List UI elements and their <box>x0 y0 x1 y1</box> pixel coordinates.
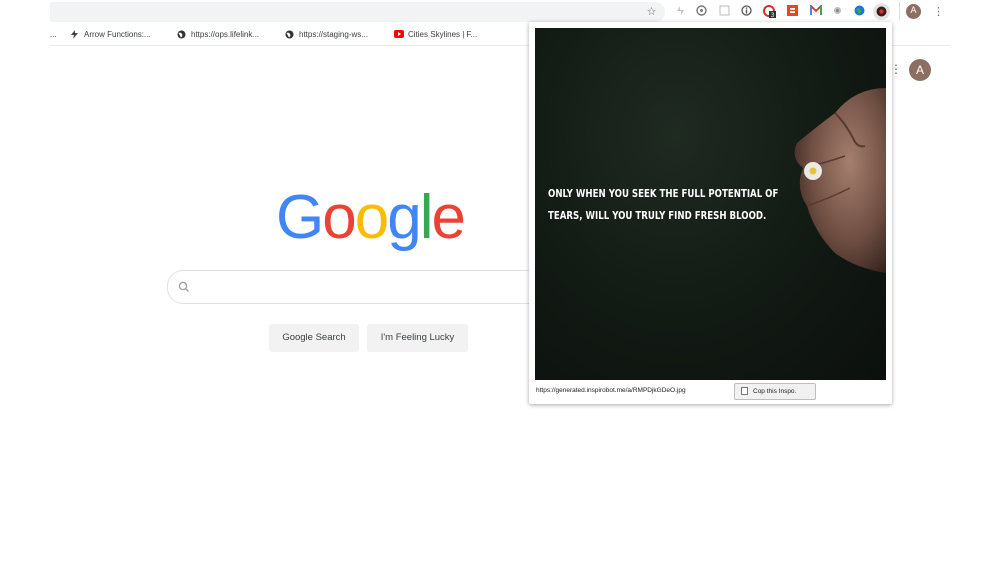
copy-button-label: Cop this Inspo. <box>753 388 797 395</box>
bookmark-label: https://ops.lifelink... <box>191 30 260 39</box>
feeling-lucky-button[interactable]: I'm Feeling Lucky <box>367 324 468 352</box>
search-icon <box>178 280 190 292</box>
puzzle-icon[interactable] <box>674 5 687 18</box>
clipboard-icon <box>741 387 748 396</box>
lightning-icon <box>70 30 79 40</box>
globe-icon[interactable] <box>853 5 866 18</box>
square-icon[interactable] <box>718 5 731 18</box>
bookmark-label: Cities Skylines | F... <box>408 30 478 39</box>
google-logo: Google <box>276 182 466 254</box>
globe-icon <box>177 30 186 39</box>
copy-inspo-button[interactable]: Cop this Inspo. <box>734 383 816 400</box>
svg-text:3: 3 <box>771 12 775 18</box>
profile-avatar[interactable]: A <box>906 4 921 19</box>
grey-dot-icon[interactable] <box>831 5 844 18</box>
logo-letter-g2: g <box>387 183 422 252</box>
logo-letter-e: e <box>431 183 466 252</box>
google-search-button[interactable]: Google Search <box>269 324 359 352</box>
image-url: https://generated.inspirobot.me/a/RMPDjk… <box>536 387 686 394</box>
bookmark-label: Arrow Functions:... <box>84 30 151 39</box>
daisy-icon <box>804 162 822 180</box>
globe-icon <box>285 30 294 39</box>
logo-letter-o2: o <box>354 183 390 252</box>
bookmark-item-cities-skylines[interactable]: Cities Skylines | F... <box>394 28 477 42</box>
bookmark-label: ... <box>50 30 57 39</box>
address-bar[interactable] <box>50 2 665 22</box>
star-icon[interactable]: ☆ <box>645 5 658 18</box>
quote-line: ONLY WHEN YOU SEEK THE FULL POTENTIAL OF <box>548 188 779 200</box>
bookmark-item-partial[interactable]: ... <box>50 28 57 42</box>
badge-icon[interactable]: 3 <box>763 5 776 19</box>
target-icon[interactable] <box>695 5 708 18</box>
bookmark-label: https://staging-ws... <box>299 30 368 39</box>
bookmark-item-ops-lifelink[interactable]: https://ops.lifelink... <box>177 28 259 42</box>
inspirobot-popup: ONLY WHEN YOU SEEK THE FULL POTENTIAL OF… <box>529 22 892 404</box>
google-account-avatar[interactable]: A <box>909 59 931 81</box>
youtube-icon <box>394 30 404 39</box>
toolbar-divider <box>899 2 900 20</box>
logo-letter-g: G <box>276 183 324 252</box>
search-input[interactable] <box>167 270 548 304</box>
browser-toolbar: ☆ 3 A ⋮ <box>50 0 950 24</box>
logo-letter-o1: o <box>322 183 357 252</box>
quote-line: TEARS, WILL YOU TRULY FIND FRESH BLOOD. <box>548 210 767 222</box>
info-icon[interactable] <box>740 5 753 18</box>
bookmark-item-arrow-functions[interactable]: Arrow Functions:... <box>70 28 151 42</box>
logo-letter-l: l <box>419 183 434 252</box>
quote-text: ONLY WHEN YOU SEEK THE FULL POTENTIAL OF… <box>548 183 779 227</box>
extension-c-icon[interactable] <box>786 5 799 18</box>
gmail-icon[interactable] <box>809 3 822 18</box>
bookmark-item-staging-ws[interactable]: https://staging-ws... <box>285 28 368 42</box>
quote-image: ONLY WHEN YOU SEEK THE FULL POTENTIAL OF… <box>535 28 886 380</box>
inspirobot-icon[interactable] <box>873 3 890 20</box>
kebab-menu-icon[interactable]: ⋮ <box>932 5 945 18</box>
